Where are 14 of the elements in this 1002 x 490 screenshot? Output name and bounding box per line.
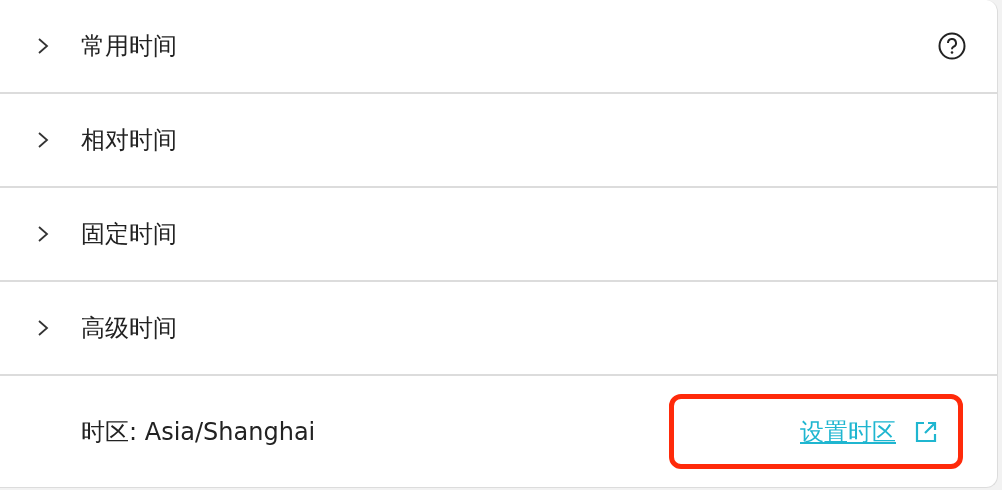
- chevron-icon: [36, 130, 50, 150]
- chevron-icon: [36, 36, 50, 56]
- chevron-icon: [36, 224, 50, 244]
- help-icon[interactable]: [937, 31, 967, 61]
- chevron-icon: [36, 318, 50, 338]
- section-header[interactable]: 固定时间: [0, 188, 997, 282]
- section-title: 常用时间: [81, 31, 177, 62]
- section-title: 高级时间: [81, 313, 177, 344]
- section-title: 相对时间: [81, 125, 177, 156]
- section-header[interactable]: 相对时间: [0, 94, 997, 188]
- timezone-label: 时区: Asia/Shanghai: [81, 416, 316, 448]
- section-header[interactable]: 常用时间: [0, 0, 997, 94]
- section-header[interactable]: 高级时间: [0, 282, 997, 376]
- section-title: 固定时间: [81, 219, 177, 250]
